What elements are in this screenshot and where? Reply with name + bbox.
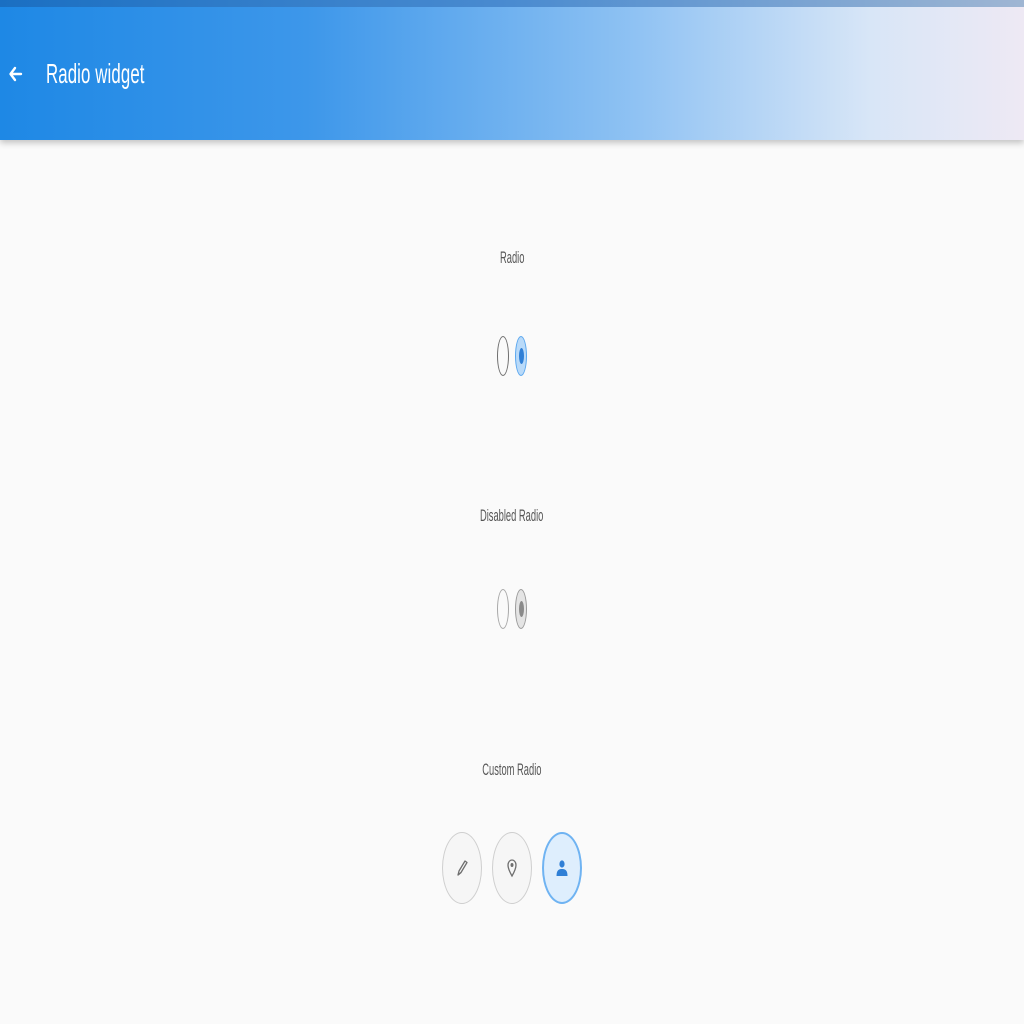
app-bar: Radio widget <box>0 0 1024 140</box>
status-bar <box>0 0 1024 7</box>
person-icon <box>556 860 568 876</box>
custom-radio-group <box>0 832 1024 904</box>
radio-group <box>0 336 1024 376</box>
disabled-radio-option-2 <box>515 589 527 629</box>
back-button[interactable] <box>0 52 32 96</box>
pin-icon <box>507 859 517 878</box>
pencil-icon <box>457 860 468 876</box>
arrow-left-icon <box>9 66 23 82</box>
disabled-radio-section-label: Disabled Radio <box>480 506 544 525</box>
disabled-radio-group <box>0 589 1024 629</box>
custom-radio-option-edit[interactable] <box>442 832 482 904</box>
disabled-radio-option-1 <box>497 589 509 629</box>
custom-radio-section-label: Custom Radio <box>482 760 542 779</box>
custom-radio-option-person[interactable] <box>542 832 582 904</box>
radio-section-label: Radio <box>499 248 525 267</box>
radio-option-1[interactable] <box>497 336 509 376</box>
radio-selected-dot <box>518 348 524 364</box>
disabled-radio-selected-dot <box>518 601 524 617</box>
radio-option-2[interactable] <box>515 336 527 376</box>
page-title: Radio widget <box>46 58 145 89</box>
custom-radio-option-location[interactable] <box>492 832 532 904</box>
